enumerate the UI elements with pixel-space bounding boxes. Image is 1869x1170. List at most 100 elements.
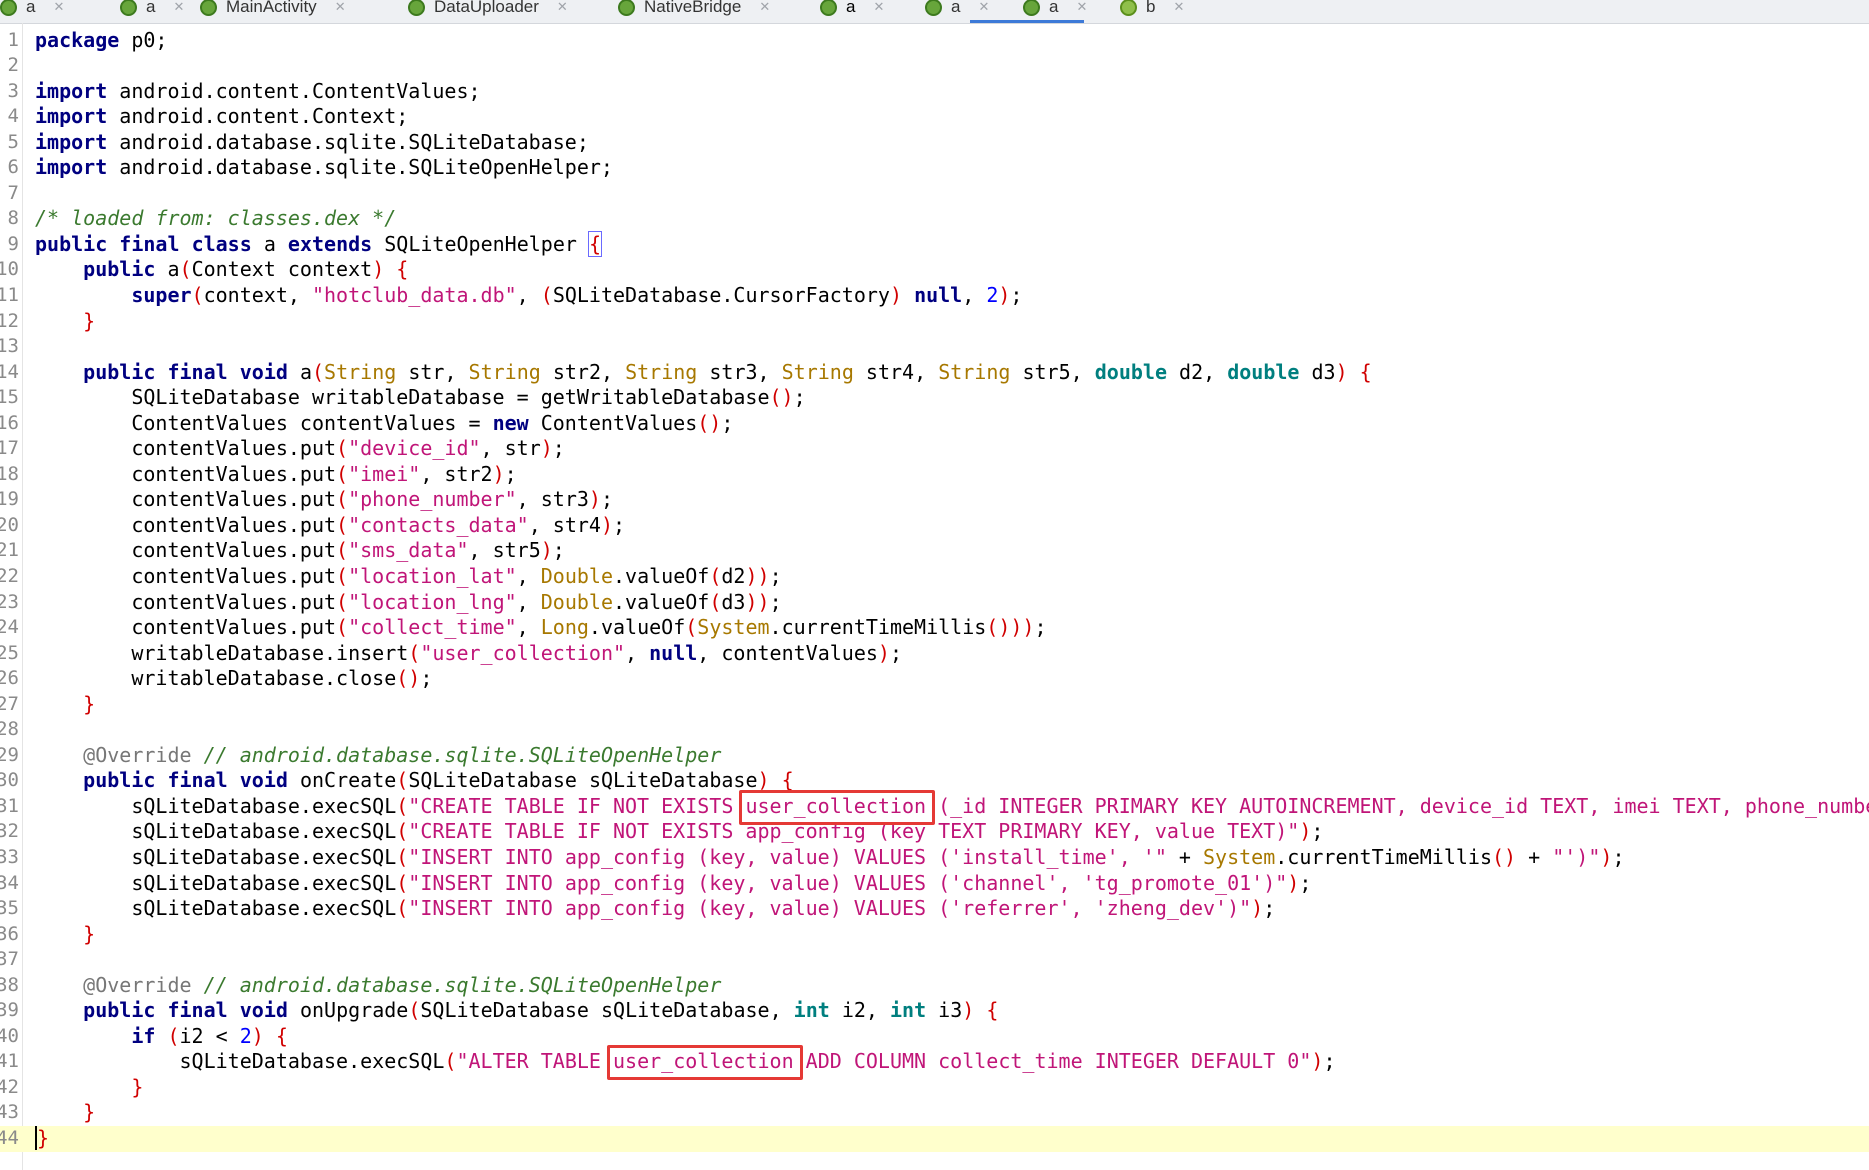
code-line[interactable]: 32 sQLiteDatabase.execSQL("CREATE TABLE … <box>0 819 1869 845</box>
code-token: + <box>1166 845 1203 869</box>
code-line[interactable]: 41 sQLiteDatabase.execSQL("ALTER TABLE u… <box>0 1049 1869 1075</box>
code-token: ( <box>179 257 192 282</box>
code-token: ) <box>1600 845 1613 869</box>
code-token: } <box>83 1100 96 1125</box>
code-line[interactable]: 38 @Override // android.database.sqlite.… <box>0 973 1869 999</box>
tab-8[interactable]: b ✕ <box>1120 0 1184 22</box>
code-line[interactable]: 24 contentValues.put("collect_time", Lon… <box>0 615 1869 641</box>
java-class-icon <box>120 0 137 16</box>
code-line[interactable]: 31 sQLiteDatabase.execSQL("CREATE TABLE … <box>0 794 1869 820</box>
code-line[interactable]: 8 /* loaded from: classes.dex */ <box>0 206 1869 232</box>
code-line[interactable]: 44} <box>0 1126 1869 1152</box>
code-line[interactable]: 28 <box>0 717 1869 743</box>
code-token: str5, <box>1010 359 1095 384</box>
code-line[interactable]: 3 import android.content.ContentValues; <box>0 79 1869 105</box>
code-text: sQLiteDatabase.execSQL("INSERT INTO app_… <box>35 845 1624 871</box>
code-token: , <box>516 563 541 588</box>
code-line[interactable]: 18 contentValues.put("imei", str2); <box>0 462 1869 488</box>
code-token: .valueOf <box>588 615 686 640</box>
code-line[interactable]: 5 import android.database.sqlite.SQLiteDa… <box>0 130 1869 156</box>
code-token: )) <box>745 563 770 588</box>
code-line[interactable]: 25 writableDatabase.insert("user_collect… <box>0 641 1869 667</box>
code-line[interactable]: 21 contentValues.put("sms_data", str5); <box>0 538 1869 564</box>
code-line[interactable]: 34 sQLiteDatabase.execSQL("INSERT INTO a… <box>0 871 1869 897</box>
code-token: ) <box>998 282 1011 307</box>
tab-6[interactable]: a ✕ <box>925 0 989 22</box>
code-line[interactable]: 27 } <box>0 692 1869 718</box>
line-number: 4 <box>7 105 19 128</box>
code-line[interactable]: 9 public final class a extends SQLiteOpen… <box>0 230 1869 258</box>
code-token: } <box>83 691 96 716</box>
close-icon[interactable]: ✕ <box>759 0 770 15</box>
code-line[interactable]: 33 sQLiteDatabase.execSQL("INSERT INTO a… <box>0 845 1869 871</box>
code-line[interactable]: 17 contentValues.put("device_id", str); <box>0 436 1869 462</box>
code-token: ) <box>540 538 553 563</box>
tab-2[interactable]: MainActivity ✕ <box>200 0 346 22</box>
code-line[interactable]: 19 contentValues.put("phone_number", str… <box>0 487 1869 513</box>
code-line[interactable]: 1 package p0; <box>0 28 1869 54</box>
code-token: p0; <box>119 27 168 52</box>
close-icon[interactable]: ✕ <box>873 0 884 15</box>
tab-0[interactable]: a ✕ <box>0 0 64 22</box>
close-icon[interactable]: ✕ <box>1076 0 1087 15</box>
code-line[interactable]: 14 public final void a(String str, Strin… <box>0 360 1869 386</box>
code-token: contentValues.put <box>35 512 337 537</box>
close-icon[interactable]: ✕ <box>173 0 184 15</box>
close-icon[interactable]: ✕ <box>1173 0 1184 15</box>
code-line[interactable]: 20 contentValues.put("contacts_data", st… <box>0 513 1869 539</box>
code-line[interactable]: 13 <box>0 334 1869 360</box>
code-line[interactable]: 42 } <box>0 1075 1869 1101</box>
code-line[interactable]: 16 ContentValues contentValues = new Con… <box>0 411 1869 437</box>
code-line[interactable]: 26 writableDatabase.close(); <box>0 666 1869 692</box>
code-line[interactable]: 43 } <box>0 1100 1869 1126</box>
close-icon[interactable]: ✕ <box>335 0 346 15</box>
line-number: 9 <box>7 232 19 255</box>
code-token: , <box>516 282 541 307</box>
tab-1[interactable]: a ✕ <box>120 0 184 22</box>
code-token: ( <box>396 793 409 818</box>
code-token: Double <box>540 589 613 614</box>
code-token: ( <box>336 538 349 563</box>
code-line[interactable]: 4 import android.content.Context; <box>0 104 1869 130</box>
code-token: ( <box>540 282 553 307</box>
close-icon[interactable]: ✕ <box>978 0 989 15</box>
code-line[interactable]: 10 public a(Context context) { <box>0 257 1869 283</box>
close-icon[interactable]: ✕ <box>53 0 64 15</box>
code-line[interactable]: 29 @Override // android.database.sqlite.… <box>0 743 1869 769</box>
code-token: ; <box>552 436 565 461</box>
code-line[interactable]: 2 <box>0 53 1869 79</box>
code-token: Long <box>540 615 589 640</box>
code-token: ) <box>757 768 770 793</box>
tab-5[interactable]: a ✕ <box>820 0 884 22</box>
code-line[interactable]: 36 } <box>0 922 1869 948</box>
code-line[interactable]: 40 if (i2 < 2) { <box>0 1024 1869 1050</box>
line-number: 25 <box>0 641 19 664</box>
code-line[interactable]: 15 SQLiteDatabase writableDatabase = get… <box>0 385 1869 411</box>
code-token: ( <box>408 998 421 1023</box>
code-line[interactable]: 12 } <box>0 309 1869 335</box>
code-line[interactable]: 6 import android.database.sqlite.SQLiteOp… <box>0 155 1869 181</box>
code-line[interactable]: 30 public final void onCreate(SQLiteData… <box>0 768 1869 794</box>
code-token: "sms_data" <box>348 538 469 563</box>
code-line[interactable]: 7 <box>0 181 1869 207</box>
code-area[interactable]: 1 package p0; 2 3 import android.content.Con… <box>0 28 1869 1152</box>
tab-3[interactable]: DataUploader ✕ <box>408 0 568 22</box>
java-class-icon <box>408 0 425 16</box>
code-token: android.content.ContentValues; <box>107 78 481 103</box>
code-text: } <box>35 1100 95 1126</box>
code-token: } <box>35 1126 50 1151</box>
code-line[interactable]: 37 <box>0 947 1869 973</box>
code-line[interactable]: 22 contentValues.put("location_lat", Dou… <box>0 564 1869 590</box>
tab-7[interactable]: a ✕ <box>1023 0 1087 22</box>
tab-4[interactable]: NativeBridge ✕ <box>618 0 770 22</box>
close-icon[interactable]: ✕ <box>557 0 568 15</box>
code-line[interactable]: 23 contentValues.put("location_lng", Dou… <box>0 590 1869 616</box>
code-line[interactable]: 35 sQLiteDatabase.execSQL("INSERT INTO a… <box>0 896 1869 922</box>
code-line[interactable]: 39 public final void onUpgrade(SQLiteDat… <box>0 998 1869 1024</box>
code-line[interactable]: 11 super(context, "hotclub_data.db", (SQ… <box>0 283 1869 309</box>
code-token: SQLiteDatabase writableDatabase = getWri… <box>35 385 770 410</box>
